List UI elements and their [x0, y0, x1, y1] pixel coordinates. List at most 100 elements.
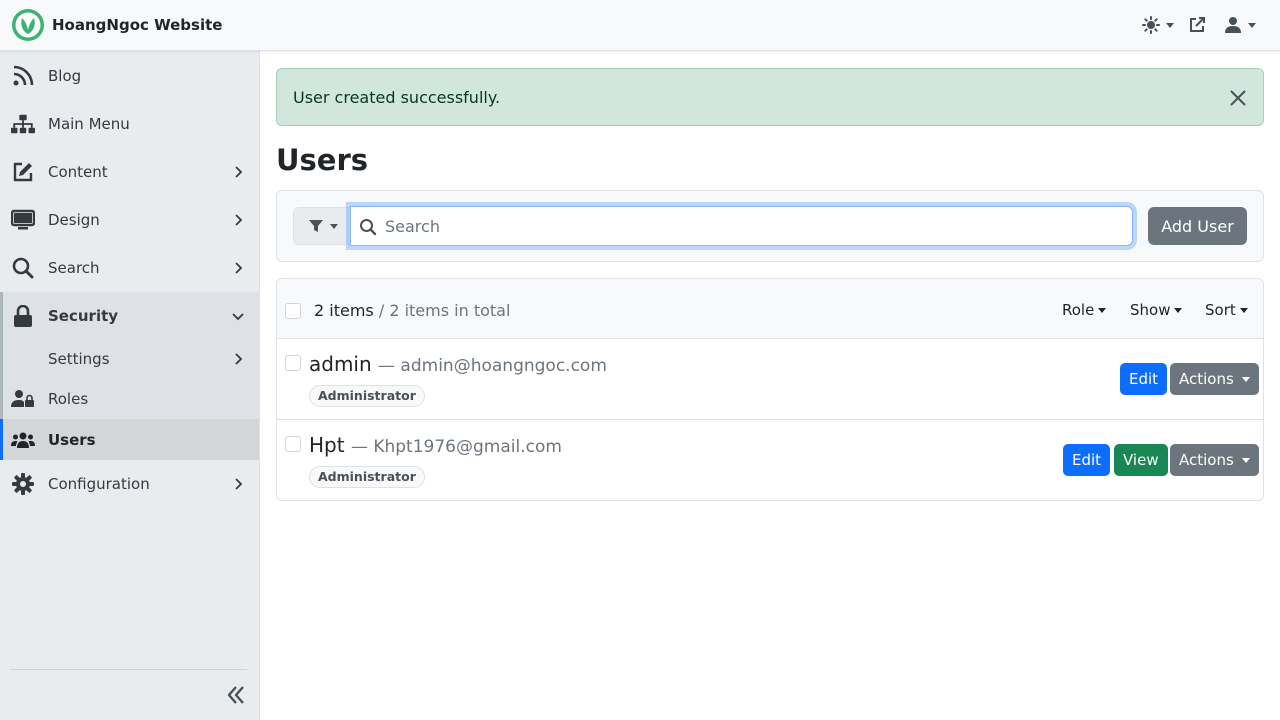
sidebar-item-label: Settings [48, 350, 110, 368]
edit-button[interactable]: Edit [1063, 444, 1111, 476]
chevron-right-icon [235, 214, 243, 226]
sidebar-item-main-menu[interactable]: Main Menu [0, 100, 259, 148]
show-filter-label: Show [1130, 301, 1171, 319]
sitemap-icon [11, 112, 35, 136]
success-alert: User created successfully. [276, 68, 1264, 126]
role-filter-label: Role [1062, 301, 1095, 319]
external-link-icon [1190, 17, 1205, 32]
collapse-sidebar-icon[interactable] [224, 683, 248, 707]
user-lock-icon [11, 387, 35, 411]
chevron-right-icon [235, 166, 243, 178]
sidebar-item-label: Main Menu [48, 115, 130, 133]
chevron-right-icon [235, 262, 243, 274]
sidebar: Blog Main Menu Content Design Search Sec… [0, 51, 260, 720]
chevron-down-icon [1241, 376, 1250, 382]
users-list: 2 items / 2 items in total Role Show Sor… [276, 278, 1264, 501]
role-filter-dropdown[interactable]: Role [1062, 301, 1107, 319]
chevron-down-icon [329, 223, 338, 229]
role-badge: Administrator [309, 466, 425, 488]
chevron-down-icon [1241, 457, 1250, 463]
chevron-right-icon [235, 353, 243, 365]
row-checkbox[interactable] [285, 436, 301, 452]
toolbar: Add User [276, 190, 1264, 262]
list-header: 2 items / 2 items in total Role Show Sor… [277, 279, 1263, 339]
sort-label: Sort [1205, 301, 1236, 319]
sort-dropdown[interactable]: Sort [1205, 301, 1248, 319]
sun-icon [1142, 16, 1160, 34]
sidebar-item-users[interactable]: Users [0, 419, 259, 460]
brand-logo-icon [12, 9, 44, 41]
search-icon [360, 219, 377, 236]
table-row: Hpt — Khpt1976@gmail.com Administrator E… [277, 420, 1263, 500]
items-count-total: 2 items in total [389, 301, 511, 320]
theme-toggle-button[interactable] [1142, 16, 1174, 34]
sidebar-item-label: Roles [48, 390, 89, 408]
chevron-right-icon [235, 478, 243, 490]
gear-icon [11, 472, 35, 496]
site-name: HoangNgoc Website [52, 16, 223, 34]
sidebar-item-security[interactable]: Security [0, 292, 259, 340]
chevron-down-icon [1174, 307, 1183, 313]
row-checkbox[interactable] [285, 355, 301, 371]
user-icon [1225, 17, 1241, 33]
alert-message: User created successfully. [293, 88, 501, 107]
user-name-text: Hpt [309, 433, 345, 457]
role-badge: Administrator [309, 385, 425, 407]
add-user-button[interactable]: Add User [1148, 207, 1247, 245]
top-navbar: HoangNgoc Website [0, 0, 1280, 51]
sidebar-item-search[interactable]: Search [0, 244, 259, 292]
sidebar-item-blog[interactable]: Blog [0, 52, 259, 100]
chevron-down-icon [1248, 22, 1256, 28]
filter-dropdown-button[interactable] [293, 207, 351, 245]
chevron-down-icon [1239, 307, 1248, 313]
sidebar-item-content[interactable]: Content [0, 148, 259, 196]
items-count-current: 2 items [314, 301, 374, 320]
user-email: — admin@hoangngoc.com [378, 356, 607, 376]
edit-button[interactable]: Edit [1120, 363, 1168, 395]
sidebar-item-configuration[interactable]: Configuration [0, 460, 259, 508]
select-all-checkbox[interactable] [285, 303, 301, 319]
actions-dropdown-button[interactable]: Actions [1170, 444, 1259, 476]
user-menu-button[interactable] [1224, 16, 1256, 34]
sidebar-item-label: Security [48, 307, 119, 325]
page-title: Users [276, 143, 369, 177]
chevron-down-icon [232, 313, 244, 321]
items-count: 2 items / 2 items in total [314, 301, 510, 320]
show-filter-dropdown[interactable]: Show [1130, 301, 1183, 319]
chevron-down-icon [1098, 307, 1107, 313]
filter-icon [308, 220, 323, 232]
view-button[interactable]: View [1114, 444, 1168, 476]
sidebar-item-label: Configuration [48, 475, 150, 493]
sidebar-item-design[interactable]: Design [0, 196, 259, 244]
lock-icon [11, 304, 35, 328]
main-content: User created successfully. Users Add Use… [260, 51, 1280, 720]
sidebar-item-label: Design [48, 211, 100, 229]
user-email: — Khpt1976@gmail.com [350, 437, 562, 457]
users-icon [11, 428, 35, 452]
search-icon [11, 256, 35, 280]
edit-icon [11, 160, 35, 184]
actions-label: Actions [1179, 370, 1234, 388]
search-input[interactable] [385, 207, 1125, 245]
user-name[interactable]: admin — admin@hoangngoc.com [309, 352, 607, 376]
actions-label: Actions [1179, 451, 1234, 469]
monitor-icon [11, 208, 35, 232]
search-field[interactable] [350, 206, 1133, 246]
sidebar-item-settings[interactable]: Settings [0, 336, 259, 382]
sidebar-item-label: Search [48, 259, 100, 277]
actions-dropdown-button[interactable]: Actions [1170, 363, 1259, 395]
chevron-down-icon [1166, 22, 1174, 28]
view-site-button[interactable] [1188, 16, 1206, 34]
sidebar-divider [10, 669, 247, 670]
close-icon[interactable] [1229, 89, 1247, 107]
items-count-separator: / [373, 301, 390, 320]
sidebar-item-label: Users [48, 430, 96, 449]
sidebar-item-roles[interactable]: Roles [0, 378, 259, 420]
sidebar-item-label: Content [48, 163, 108, 181]
user-name-text: admin [309, 352, 372, 376]
user-name[interactable]: Hpt — Khpt1976@gmail.com [309, 433, 562, 457]
rss-icon [11, 64, 35, 88]
table-row: admin — admin@hoangngoc.com Administrato… [277, 339, 1263, 420]
brand[interactable]: HoangNgoc Website [12, 9, 222, 41]
sidebar-item-label: Blog [48, 67, 82, 85]
